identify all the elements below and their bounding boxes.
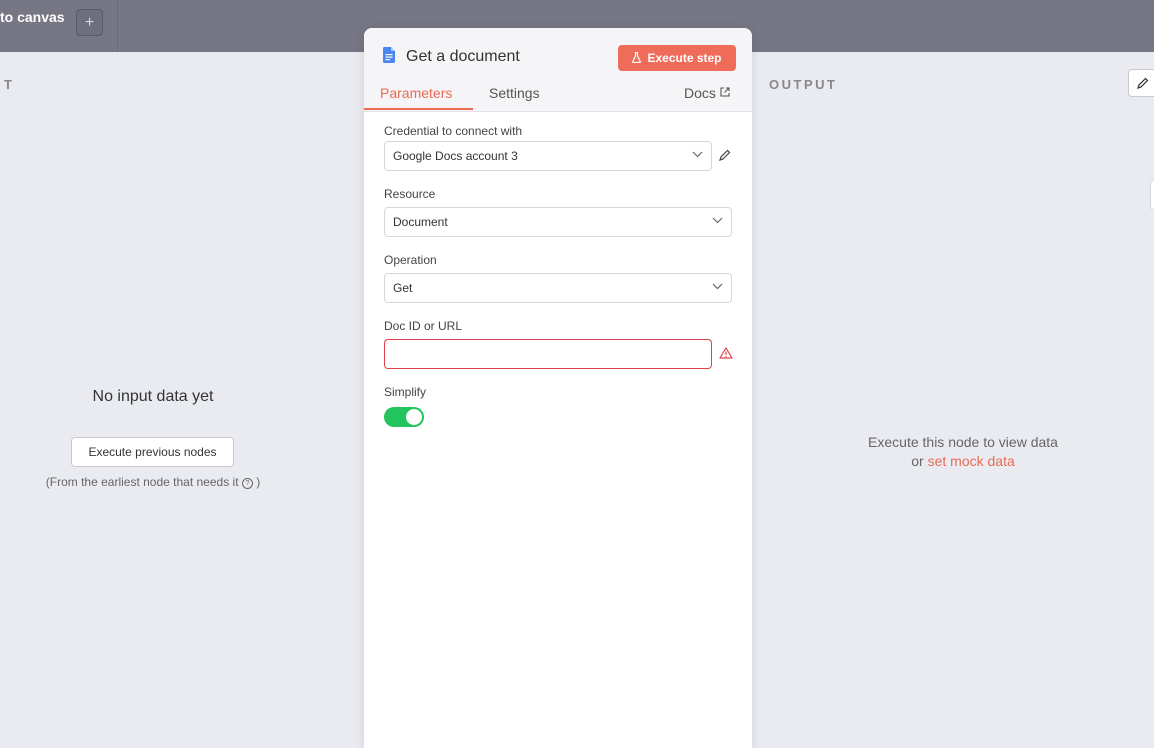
tab-docs[interactable]: Docs (684, 85, 730, 111)
chevron-down-icon (712, 283, 723, 290)
resource-label: Resource (384, 187, 436, 201)
execute-step-button[interactable]: Execute step (618, 45, 736, 71)
output-or-text: or (911, 453, 924, 469)
input-hint: (From the earliest node that needs it ? … (0, 475, 306, 489)
edit-credential-pencil-icon[interactable] (718, 148, 732, 162)
node-title[interactable]: Get a document (406, 48, 520, 66)
google-doc-icon (383, 47, 395, 63)
doc-id-input[interactable] (384, 339, 712, 369)
node-settings-panel: Get a document Execute step Parameters S… (364, 28, 752, 748)
tab-docs-label: Docs (684, 85, 716, 101)
side-panel-handle[interactable] (1150, 180, 1154, 210)
back-to-canvas-link[interactable]: to canvas (0, 9, 65, 25)
execute-step-label: Execute step (647, 51, 722, 65)
credential-label: Credential to connect with (384, 124, 523, 138)
credential-select[interactable]: Google Docs account 3 (384, 141, 712, 171)
operation-value: Get (393, 281, 413, 295)
topbar-divider (117, 0, 118, 52)
edit-output-button[interactable] (1128, 69, 1154, 97)
set-mock-data-link[interactable]: set mock data (928, 453, 1015, 469)
credential-value: Google Docs account 3 (393, 149, 518, 163)
flask-icon (632, 52, 642, 63)
toggle-knob (406, 409, 422, 425)
output-panel-label: OUTPUT (769, 77, 838, 92)
warning-icon (719, 347, 733, 359)
operation-select[interactable]: Get (384, 273, 732, 303)
tab-settings[interactable]: Settings (489, 85, 540, 111)
output-message-line: Execute this node to view data (868, 434, 1058, 450)
output-message-line2: or set mock data (800, 452, 1126, 471)
add-button[interactable]: + (76, 9, 103, 36)
chevron-down-icon (692, 151, 703, 158)
help-circle-icon[interactable]: ? (241, 478, 253, 489)
simplify-label: Simplify (384, 385, 427, 399)
input-hint-text: (From the earliest node that needs it (45, 475, 239, 489)
node-panel-header: Get a document Execute step Parameters S… (364, 28, 752, 112)
active-tab-underline (364, 108, 473, 110)
operation-label: Operation (384, 253, 437, 267)
execute-previous-nodes-button[interactable]: Execute previous nodes (71, 437, 234, 467)
resource-value: Document (393, 215, 448, 229)
input-hint-suffix: ) (256, 475, 261, 489)
doc-id-label: Doc ID or URL (384, 319, 463, 333)
input-panel-label: T (4, 77, 14, 92)
no-input-title: No input data yet (92, 388, 214, 405)
pencil-icon (1137, 77, 1149, 89)
resource-select[interactable]: Document (384, 207, 732, 237)
output-empty-message: Execute this node to view data or set mo… (800, 433, 1126, 471)
external-link-icon (720, 87, 730, 97)
chevron-down-icon (712, 217, 723, 224)
simplify-toggle[interactable] (384, 407, 424, 427)
